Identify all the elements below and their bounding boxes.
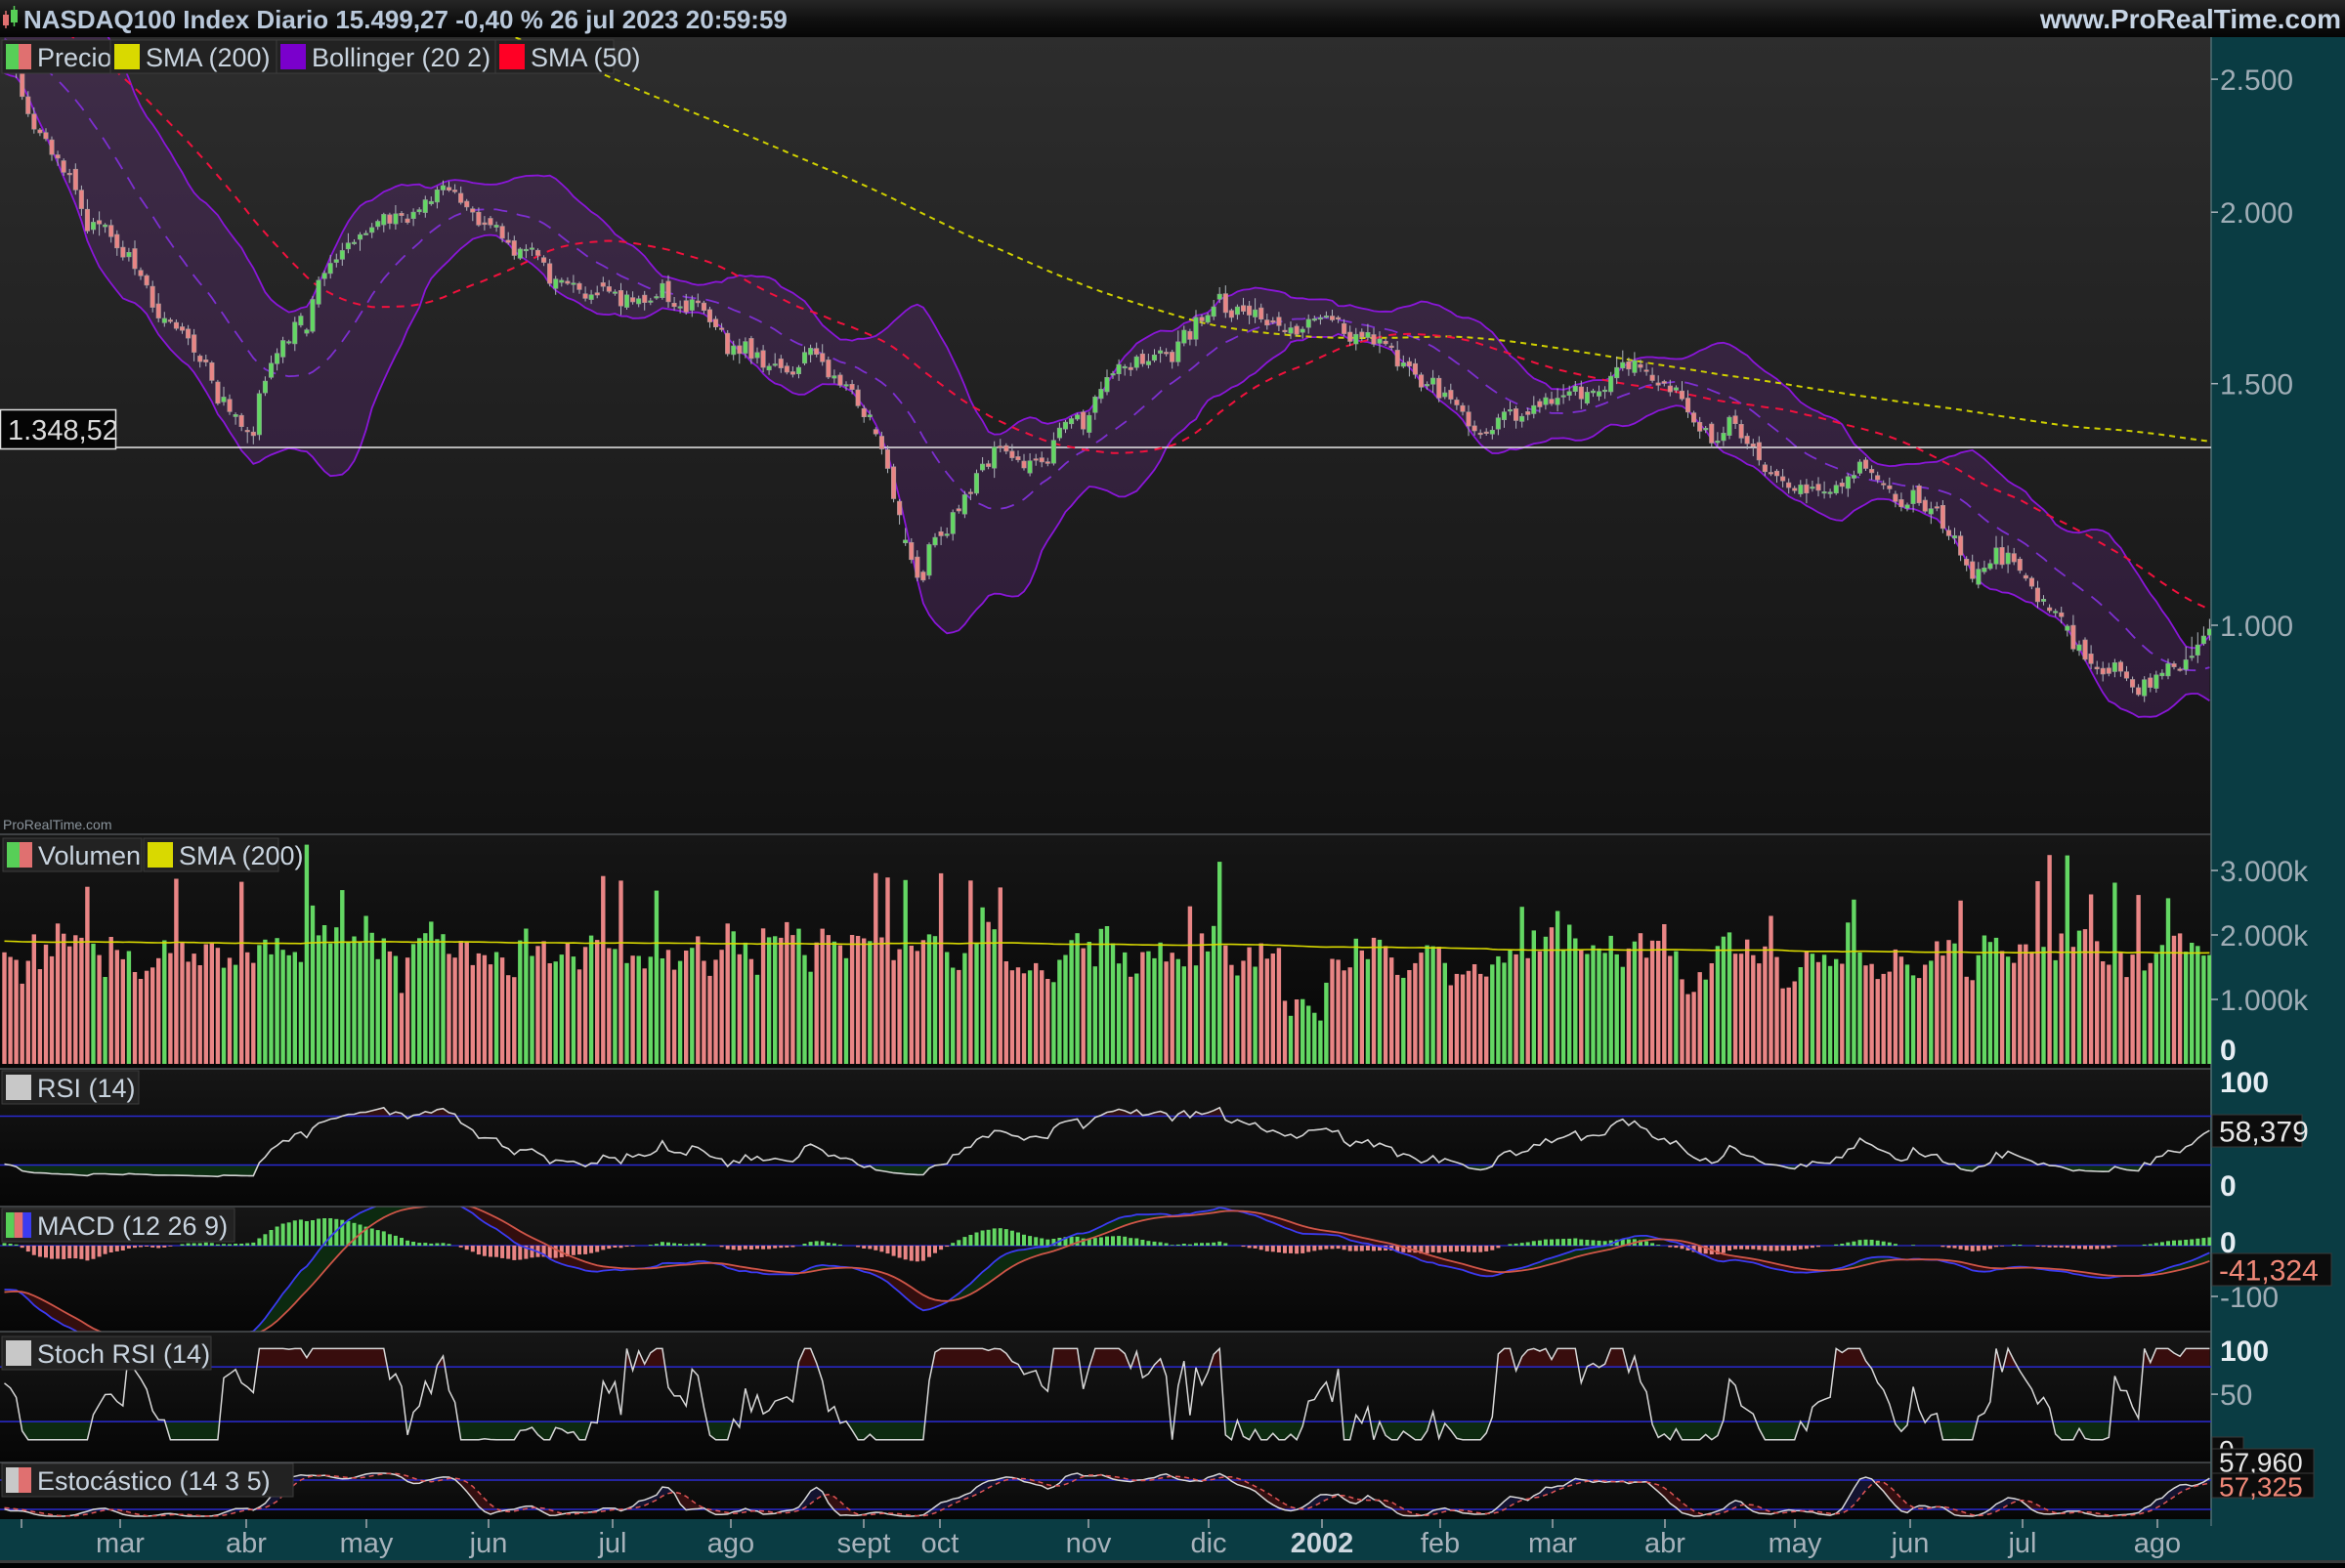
svg-text:2.000k: 2.000k [2220, 920, 2309, 953]
svg-text:SMA (200): SMA (200) [146, 43, 271, 72]
svg-text:0: 0 [2220, 1035, 2237, 1067]
svg-text:mar: mar [96, 1528, 145, 1559]
svg-text:0: 0 [2220, 1170, 2237, 1203]
svg-text:oct: oct [921, 1528, 959, 1559]
svg-text:NASDAQ100 Index Diario 15.499,: NASDAQ100 Index Diario 15.499,27 -0,40 %… [23, 5, 788, 34]
svg-text:2002: 2002 [1291, 1528, 1354, 1559]
svg-text:2.000: 2.000 [2220, 197, 2293, 230]
svg-text:Volumen: Volumen [38, 841, 141, 870]
svg-text:50: 50 [2220, 1379, 2252, 1412]
svg-text:Bollinger (20 2): Bollinger (20 2) [312, 43, 490, 72]
svg-text:jun: jun [1891, 1528, 1930, 1559]
svg-text:1.500: 1.500 [2220, 369, 2293, 402]
svg-text:abr: abr [1644, 1528, 1685, 1559]
svg-text:nov: nov [1066, 1528, 1112, 1559]
svg-text:mar: mar [1528, 1528, 1577, 1559]
svg-text:ProRealTime.com: ProRealTime.com [3, 817, 112, 832]
svg-text:Stoch RSI (14): Stoch RSI (14) [37, 1339, 210, 1369]
svg-text:sept: sept [837, 1528, 891, 1559]
svg-text:may: may [1769, 1528, 1822, 1559]
svg-text:2.500: 2.500 [2220, 64, 2293, 97]
svg-text:1.000: 1.000 [2220, 611, 2293, 643]
svg-text:Estocástico (14 3 5): Estocástico (14 3 5) [37, 1466, 271, 1496]
svg-text:RSI (14): RSI (14) [37, 1074, 136, 1103]
svg-text:100: 100 [2220, 1335, 2269, 1368]
svg-text:1.000k: 1.000k [2220, 985, 2309, 1017]
svg-text:MACD (12 26 9): MACD (12 26 9) [37, 1211, 228, 1241]
svg-text:SMA (50): SMA (50) [531, 43, 641, 72]
svg-text:Precio: Precio [37, 43, 112, 72]
svg-text:58,379: 58,379 [2219, 1117, 2309, 1149]
svg-text:dic: dic [1190, 1528, 1226, 1559]
svg-text:1.348,52: 1.348,52 [8, 415, 118, 446]
svg-text:jul: jul [2007, 1528, 2036, 1559]
svg-text:SMA (200): SMA (200) [179, 841, 304, 870]
svg-text:jul: jul [597, 1528, 626, 1559]
svg-text:100: 100 [2220, 1067, 2269, 1099]
svg-text:57,325: 57,325 [2219, 1472, 2303, 1503]
svg-text:3.000k: 3.000k [2220, 856, 2309, 888]
svg-text:may: may [340, 1528, 394, 1559]
svg-text:ago: ago [707, 1528, 754, 1559]
svg-text:www.ProRealTime.com: www.ProRealTime.com [2039, 4, 2341, 34]
svg-text:feb: feb [1421, 1528, 1460, 1559]
svg-text:-41,324: -41,324 [2219, 1255, 2319, 1288]
svg-text:jun: jun [469, 1528, 508, 1559]
svg-text:ago: ago [2134, 1528, 2181, 1559]
svg-text:abr: abr [226, 1528, 267, 1559]
